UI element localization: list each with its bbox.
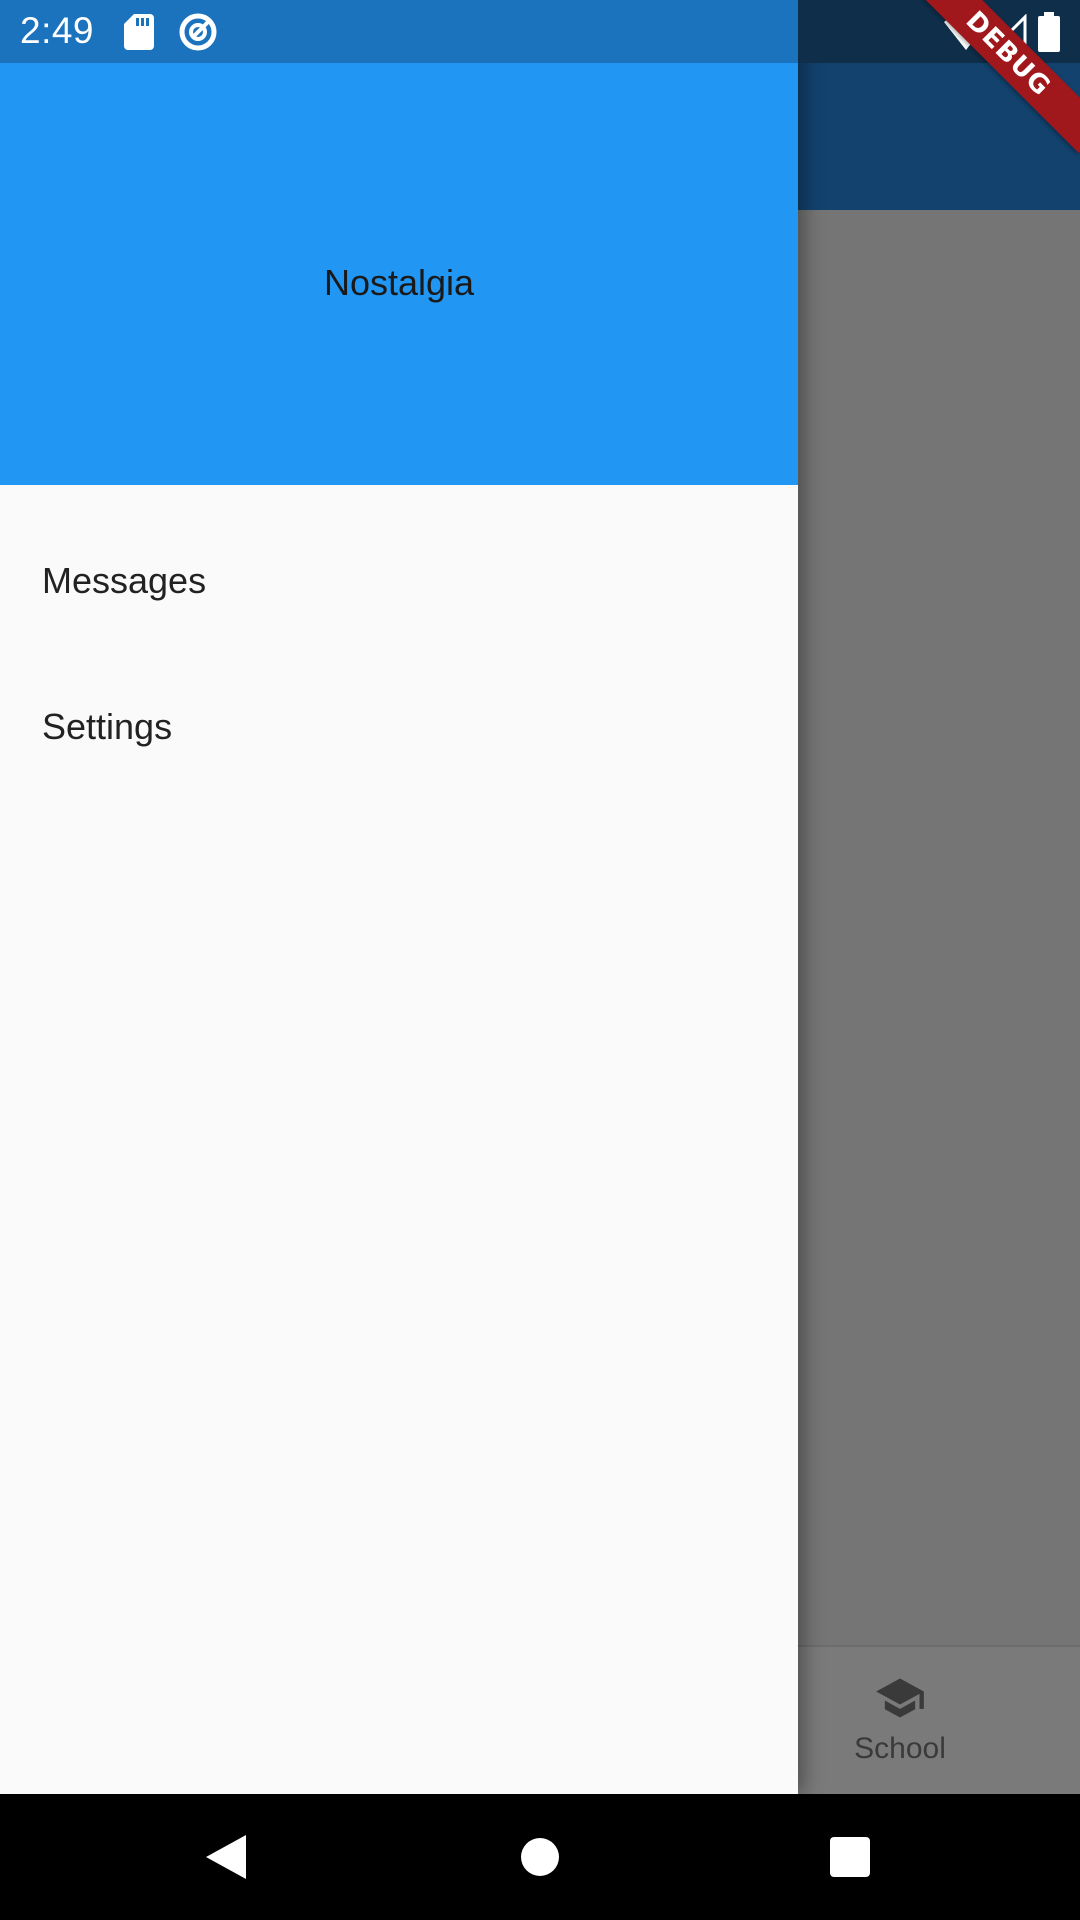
bottom-nav-item-school[interactable]: School	[828, 1664, 972, 1784]
school-icon	[876, 1678, 924, 1718]
drawer-item-messages[interactable]: Messages	[0, 508, 798, 654]
home-button[interactable]	[510, 1827, 570, 1887]
back-icon	[206, 1835, 246, 1879]
status-bar: 2:49	[0, 0, 1080, 63]
drawer-header-title: Nostalgia	[323, 262, 475, 303]
drawer-item-label: Settings	[42, 706, 173, 747]
sd-card-icon	[124, 14, 154, 50]
recents-button[interactable]	[820, 1827, 880, 1887]
back-button[interactable]	[196, 1827, 256, 1887]
drawer-item-settings[interactable]: Settings	[0, 654, 798, 800]
drawer-item-label: Messages	[42, 560, 207, 601]
battery-icon	[1038, 12, 1060, 52]
data-saver-icon	[179, 13, 217, 51]
bottom-nav-label: School	[854, 1732, 946, 1765]
navigation-drawer: Nostalgia Messages Settings	[0, 0, 798, 1794]
screen: School 2:49 Nostalgia Messages Settings …	[0, 0, 1080, 1920]
drawer-header: Nostalgia	[0, 0, 798, 485]
status-time: 2:49	[20, 10, 95, 51]
home-icon	[521, 1838, 559, 1876]
recents-icon	[830, 1837, 870, 1877]
system-nav-bar	[0, 1794, 1080, 1920]
